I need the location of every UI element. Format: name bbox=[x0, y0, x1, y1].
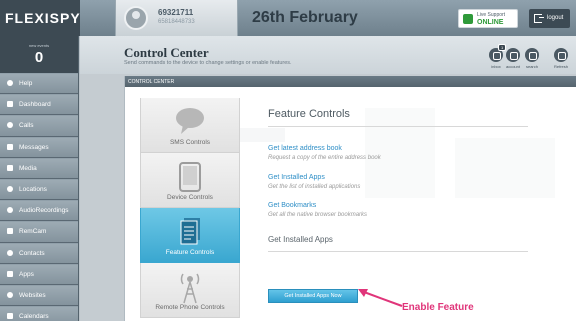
tab-label: SMS Controls bbox=[169, 139, 211, 146]
globe-icon bbox=[7, 291, 13, 298]
tab-label: Device Controls bbox=[167, 194, 213, 201]
sidebar-item-label: Apps bbox=[19, 270, 34, 278]
chat-icon bbox=[463, 14, 473, 24]
callout-arrow-icon bbox=[358, 289, 403, 307]
sidebar-item-label: Media bbox=[19, 164, 37, 172]
sidebar-item-label: AudioRecordings bbox=[19, 207, 69, 215]
document-icon bbox=[180, 218, 200, 245]
logout-button[interactable]: logout bbox=[529, 9, 570, 28]
media-icon bbox=[7, 164, 13, 171]
refresh-label: Refresh bbox=[553, 64, 568, 69]
tab-device-controls[interactable]: Device Controls bbox=[140, 153, 240, 208]
live-support-label: Live Support bbox=[477, 12, 506, 18]
control-center-header: Control Center Send commands to the devi… bbox=[80, 36, 576, 74]
sidebar-item-label: RemCam bbox=[19, 228, 47, 236]
help-icon bbox=[7, 80, 13, 86]
feature-controls-title: Feature Controls bbox=[268, 108, 350, 120]
sidebar-item-websites[interactable]: Websites bbox=[0, 284, 78, 307]
device-imei: 65818448733 bbox=[158, 19, 195, 25]
title-divider bbox=[268, 126, 528, 127]
refresh-icon bbox=[554, 48, 568, 62]
location-icon bbox=[7, 185, 13, 192]
new-events-label: new events bbox=[28, 43, 50, 48]
get-bookmarks-link[interactable]: Get Bookmarks bbox=[268, 202, 316, 209]
tab-label: Feature Controls bbox=[165, 249, 215, 256]
live-support-status: ONLINE bbox=[477, 19, 504, 26]
get-address-book-description: Request a copy of the entire address boo… bbox=[268, 155, 381, 161]
speech-bubble-icon bbox=[176, 108, 204, 134]
sidebar-item-calls[interactable]: Calls bbox=[0, 115, 78, 137]
device-phone-number: 69321711 bbox=[158, 8, 194, 17]
new-events-counter[interactable]: new events 0 bbox=[0, 36, 78, 73]
avatar-icon bbox=[124, 6, 148, 30]
sidebar-item-label: Calls bbox=[19, 122, 34, 130]
get-bookmarks-description: Get all the native browser bookmarks bbox=[268, 212, 368, 218]
tab-label: Remote Phone Controls bbox=[155, 304, 225, 311]
sidebar-item-label: Help bbox=[19, 80, 33, 87]
control-center-panel: CONTROL CENTER SMS Controls Device Contr… bbox=[124, 76, 576, 321]
get-installed-apps-link[interactable]: Get Installed Apps bbox=[268, 174, 325, 181]
logout-icon bbox=[534, 14, 544, 23]
search-button[interactable]: search bbox=[523, 48, 541, 69]
section-divider bbox=[268, 251, 528, 252]
device-icon bbox=[179, 162, 201, 192]
sidebar-item-label: Locations bbox=[19, 185, 47, 193]
sidebar-item-audio-recordings[interactable]: AudioRecordings bbox=[0, 200, 78, 222]
message-icon bbox=[7, 143, 13, 150]
page-title: Control Center bbox=[124, 45, 209, 60]
sidebar-item-calendars[interactable]: Calendars bbox=[0, 306, 78, 321]
tab-sms-controls[interactable]: SMS Controls bbox=[140, 98, 240, 153]
sidebar: new events 0 Help Dashboard Calls Messag… bbox=[0, 36, 79, 321]
logout-label: logout bbox=[547, 15, 564, 21]
page-subtitle: Send commands to the device to change se… bbox=[124, 60, 292, 66]
feature-controls-content: Feature Controls Get latest address book… bbox=[268, 98, 528, 318]
new-events-count: 0 bbox=[34, 49, 44, 66]
account-icon bbox=[506, 48, 520, 62]
selected-feature-title: Get Installed Apps bbox=[268, 235, 333, 244]
apps-icon bbox=[7, 270, 13, 277]
sidebar-item-remcam[interactable]: RemCam bbox=[0, 221, 78, 243]
top-bar: FLEXISPY 69321711 65818448733 26th Febru… bbox=[0, 0, 576, 36]
antenna-icon bbox=[180, 273, 200, 304]
panel-title-bar: CONTROL CENTER bbox=[125, 76, 576, 87]
sidebar-item-help[interactable]: Help bbox=[0, 73, 78, 95]
page-date-title: 26th February bbox=[252, 9, 358, 26]
sidebar-item-dashboard[interactable]: Dashboard bbox=[0, 94, 78, 116]
search-label: search bbox=[525, 64, 538, 69]
sidebar-item-label: Calendars bbox=[19, 313, 49, 321]
control-tabs: SMS Controls Device Controls Feature Con… bbox=[140, 98, 240, 321]
contacts-icon bbox=[7, 249, 13, 256]
search-icon bbox=[525, 48, 539, 62]
account-label: account bbox=[505, 64, 520, 69]
tab-remote-phone-controls[interactable]: Remote Phone Controls bbox=[140, 263, 240, 318]
dashboard-icon bbox=[7, 101, 13, 108]
tab-feature-controls[interactable]: Feature Controls bbox=[140, 208, 240, 263]
sidebar-item-media[interactable]: Media bbox=[0, 157, 78, 179]
sidebar-item-apps[interactable]: Apps bbox=[0, 263, 78, 285]
sidebar-item-label: Websites bbox=[19, 291, 46, 299]
sidebar-item-locations[interactable]: Locations bbox=[0, 178, 78, 201]
sidebar-item-label: Dashboard bbox=[19, 101, 51, 109]
main-content: Control Center Send commands to the devi… bbox=[80, 36, 576, 321]
enable-feature-annotation: Enable Feature bbox=[402, 302, 474, 313]
refresh-button[interactable]: Refresh bbox=[552, 48, 570, 69]
calendar-icon bbox=[7, 313, 13, 320]
get-installed-apps-now-button[interactable]: Get Installed Apps Now bbox=[268, 289, 358, 303]
inbox-button[interactable]: 1 inbox bbox=[487, 44, 507, 69]
account-button[interactable]: account bbox=[504, 48, 522, 69]
app-logo: FLEXISPY bbox=[0, 0, 80, 36]
sidebar-item-label: Messages bbox=[19, 143, 49, 151]
sidebar-item-contacts[interactable]: Contacts bbox=[0, 242, 78, 264]
phone-icon bbox=[7, 122, 13, 129]
sidebar-item-label: Contacts bbox=[19, 249, 45, 257]
camera-icon bbox=[7, 228, 13, 235]
get-installed-apps-description: Get the list of installed applications bbox=[268, 184, 361, 190]
get-address-book-link[interactable]: Get latest address book bbox=[268, 145, 342, 152]
live-support-button[interactable]: Live Support ONLINE bbox=[458, 9, 518, 28]
sidebar-item-messages[interactable]: Messages bbox=[0, 136, 78, 158]
device-info[interactable]: 69321711 65818448733 bbox=[115, 0, 238, 36]
audio-icon bbox=[7, 207, 13, 214]
inbox-label: inbox bbox=[491, 64, 501, 69]
